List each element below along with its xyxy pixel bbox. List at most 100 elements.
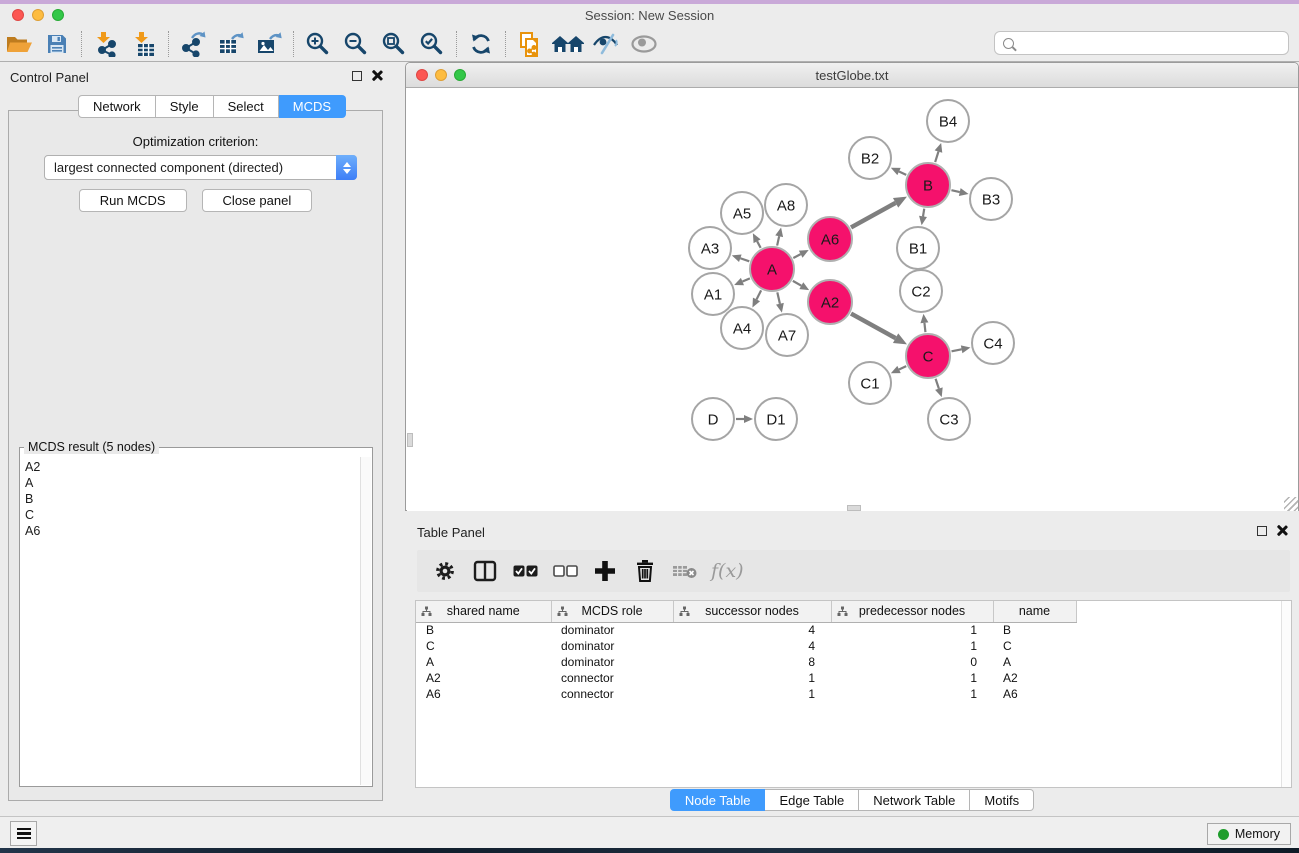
zoom-fit-button[interactable] bbox=[375, 29, 413, 59]
function-builder-button[interactable]: f(x) bbox=[711, 560, 744, 582]
main-titlebar[interactable]: Session: New Session bbox=[0, 4, 1299, 27]
select-all-button[interactable] bbox=[507, 554, 543, 588]
graph-edge-A-A2[interactable] bbox=[793, 281, 801, 286]
mcds-result-item[interactable]: A bbox=[25, 475, 356, 491]
hide-graphics-details-button[interactable] bbox=[587, 29, 625, 59]
table-cell[interactable]: A6 bbox=[993, 686, 1076, 702]
graph-edge-B-B3[interactable] bbox=[951, 190, 959, 192]
table-cell[interactable]: 0 bbox=[831, 654, 993, 670]
save-session-button[interactable] bbox=[38, 29, 76, 59]
table-cell[interactable]: A2 bbox=[993, 670, 1076, 686]
memory-button[interactable]: Memory bbox=[1207, 823, 1291, 845]
graph-edge-B-B4[interactable] bbox=[935, 152, 938, 163]
criterion-select[interactable]: largest connected component (directed) bbox=[44, 155, 357, 180]
table-cell[interactable]: dominator bbox=[551, 622, 673, 638]
table-cell[interactable]: 1 bbox=[831, 638, 993, 654]
graph-edge-A-A1[interactable] bbox=[742, 278, 749, 281]
refresh-button[interactable] bbox=[462, 29, 500, 59]
column-header[interactable]: predecessor nodes bbox=[831, 601, 993, 622]
close-window-button[interactable] bbox=[12, 9, 24, 21]
table-cell[interactable]: A6 bbox=[416, 686, 551, 702]
add-button[interactable] bbox=[587, 554, 623, 588]
table-row[interactable]: A6connector11A6 bbox=[416, 686, 1076, 702]
table-cell[interactable]: 4 bbox=[673, 638, 831, 654]
column-header[interactable]: successor nodes bbox=[673, 601, 831, 622]
network-window-titlebar[interactable]: testGlobe.txt bbox=[406, 63, 1298, 88]
tab-select[interactable]: Select bbox=[214, 95, 279, 118]
minimize-network-window-button[interactable] bbox=[435, 69, 447, 81]
close-network-window-button[interactable] bbox=[416, 69, 428, 81]
zoom-in-button[interactable] bbox=[299, 29, 337, 59]
export-network-button[interactable] bbox=[174, 29, 212, 59]
table-cell[interactable]: C bbox=[993, 638, 1076, 654]
delete-table-button[interactable] bbox=[667, 554, 703, 588]
graph-edge-A-A3[interactable] bbox=[740, 258, 749, 261]
column-header[interactable]: shared name bbox=[416, 601, 551, 622]
table-row[interactable]: Bdominator41B bbox=[416, 622, 1076, 638]
search-input[interactable] bbox=[1020, 36, 1280, 51]
table-cell[interactable]: connector bbox=[551, 686, 673, 702]
import-table-button[interactable] bbox=[125, 29, 163, 59]
mcds-result-item[interactable]: C bbox=[25, 507, 356, 523]
float-table-panel-icon[interactable] bbox=[1257, 526, 1267, 536]
table-cell[interactable]: dominator bbox=[551, 654, 673, 670]
table-cell[interactable]: A bbox=[993, 654, 1076, 670]
table-scrollbar[interactable] bbox=[1281, 601, 1291, 787]
close-panel-icon[interactable] bbox=[371, 70, 382, 81]
graph-edge-C-C4[interactable] bbox=[952, 349, 962, 351]
mcds-result-list[interactable]: A2ABCA6 bbox=[21, 457, 360, 785]
table-cell[interactable]: B bbox=[416, 622, 551, 638]
table-row[interactable]: Cdominator41C bbox=[416, 638, 1076, 654]
tab-network-table[interactable]: Network Table bbox=[859, 789, 970, 811]
table-cell[interactable]: A bbox=[416, 654, 551, 670]
graph-edge-A-A6[interactable] bbox=[793, 254, 800, 258]
graph-edge-B-B1[interactable] bbox=[923, 209, 924, 217]
delete-button[interactable] bbox=[627, 554, 663, 588]
table-cell[interactable]: 1 bbox=[673, 670, 831, 686]
maximize-window-button[interactable] bbox=[52, 9, 64, 21]
table-cell[interactable]: 8 bbox=[673, 654, 831, 670]
table-cell[interactable]: 4 bbox=[673, 622, 831, 638]
import-network-button[interactable] bbox=[87, 29, 125, 59]
table-cell[interactable]: 1 bbox=[831, 670, 993, 686]
graph-edge-A-A7[interactable] bbox=[777, 292, 780, 303]
canvas-horizontal-scroll-thumb[interactable] bbox=[847, 505, 861, 511]
column-header[interactable]: name bbox=[993, 601, 1076, 622]
graph-edge-A-A8[interactable] bbox=[777, 236, 779, 245]
table-row[interactable]: A2connector11A2 bbox=[416, 670, 1076, 686]
table-cell[interactable]: connector bbox=[551, 670, 673, 686]
graph-edge-A2-C[interactable] bbox=[851, 314, 896, 339]
tab-node-table[interactable]: Node Table bbox=[670, 789, 766, 811]
zoom-out-button[interactable] bbox=[337, 29, 375, 59]
tab-motifs[interactable]: Motifs bbox=[970, 789, 1034, 811]
network-canvas[interactable]: B4B2BB3A8A5A6B1A3AA1C2A2A4A7C4CC1DD1C3 bbox=[407, 89, 1298, 511]
float-panel-icon[interactable] bbox=[352, 71, 362, 81]
graph-edge-A6-B[interactable] bbox=[851, 203, 896, 228]
zoom-selected-button[interactable] bbox=[413, 29, 451, 59]
show-columns-button[interactable] bbox=[467, 554, 503, 588]
canvas-vertical-scroll-thumb[interactable] bbox=[407, 433, 413, 447]
tab-mcds[interactable]: MCDS bbox=[279, 95, 346, 118]
network-overview-button[interactable] bbox=[549, 29, 587, 59]
task-history-button[interactable] bbox=[10, 821, 37, 846]
run-mcds-button[interactable]: Run MCDS bbox=[79, 189, 187, 212]
table-row[interactable]: Adominator80A bbox=[416, 654, 1076, 670]
table-cell[interactable]: 1 bbox=[831, 686, 993, 702]
column-header[interactable]: MCDS role bbox=[551, 601, 673, 622]
table-cell[interactable]: A2 bbox=[416, 670, 551, 686]
open-file-button[interactable] bbox=[0, 29, 38, 59]
show-graphics-details-button[interactable] bbox=[625, 29, 663, 59]
deselect-all-button[interactable] bbox=[547, 554, 583, 588]
graph-edge-C-C2[interactable] bbox=[924, 323, 925, 332]
tab-network[interactable]: Network bbox=[78, 95, 156, 118]
minimize-window-button[interactable] bbox=[32, 9, 44, 21]
tab-edge-table[interactable]: Edge Table bbox=[765, 789, 859, 811]
mcds-result-item[interactable]: A6 bbox=[25, 523, 356, 539]
search-box[interactable] bbox=[994, 31, 1289, 55]
table-cell[interactable]: C bbox=[416, 638, 551, 654]
table-cell[interactable]: 1 bbox=[831, 622, 993, 638]
table-cell[interactable]: dominator bbox=[551, 638, 673, 654]
graph-edge-B-B2[interactable] bbox=[899, 172, 906, 175]
maximize-network-window-button[interactable] bbox=[454, 69, 466, 81]
tab-style[interactable]: Style bbox=[156, 95, 214, 118]
